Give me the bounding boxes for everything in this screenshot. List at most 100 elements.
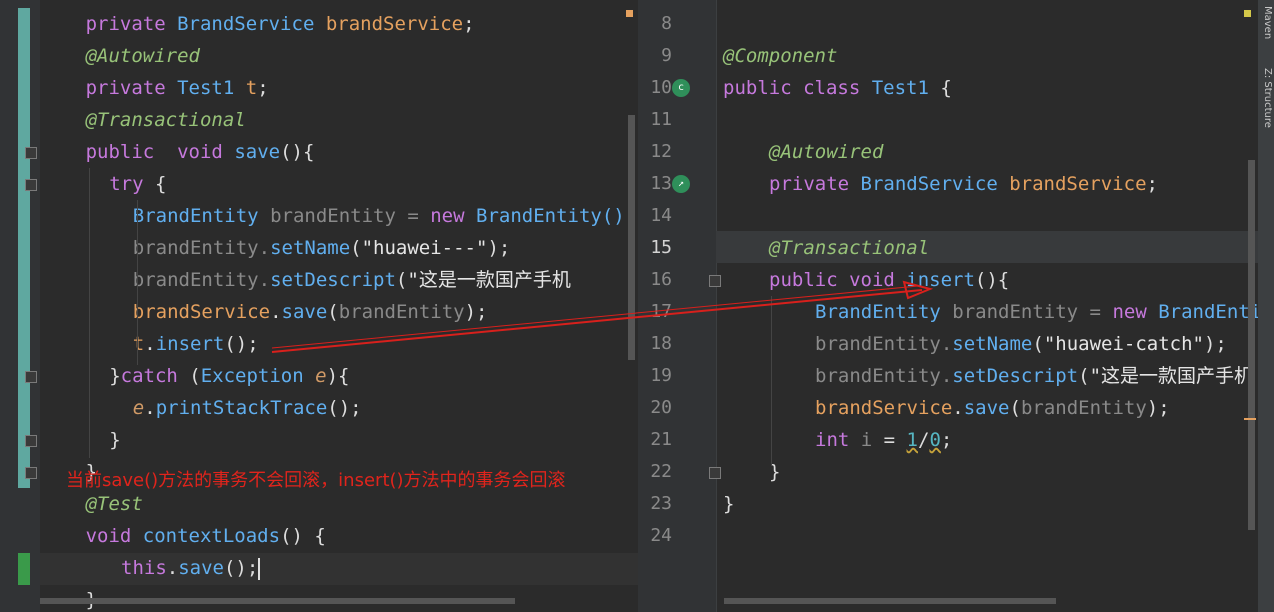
code-line[interactable]: brandEntity.setName("huawei-catch"); [815,328,1227,360]
code-token: @Autowired [85,45,200,67]
code-token: brandService [815,397,953,419]
line-number: 18 [650,333,672,354]
code-token: brandEntity [1020,397,1147,419]
fold-toggle[interactable] [709,467,721,479]
code-token: new [430,205,476,227]
fold-toggle[interactable] [25,435,37,447]
code-line[interactable]: brandEntity.setDescript("这是一款国产手机 [133,264,571,296]
code-token: Test1 [177,77,246,99]
code-token: "huawei-catch" [1043,333,1204,355]
fold-toggle[interactable] [25,147,37,159]
code-token: () { [280,525,326,547]
indent-guide [137,200,138,365]
code-token: setDescript [270,269,396,291]
code-token: ; [257,77,269,99]
code-line[interactable]: public class Test1 { [723,72,952,104]
spring-bean-icon[interactable]: c [672,79,690,97]
structure-tab[interactable]: Z: Structure [1259,68,1273,128]
code-token: save [963,397,1010,419]
code-token: save [234,141,281,163]
code-token: t [132,333,145,355]
code-token: { [940,77,952,99]
code-line[interactable]: }catch (Exception e){ [109,360,349,392]
code-token: BrandService [177,13,326,35]
code-token: new [1112,301,1159,323]
autowired-bean-icon[interactable]: ↗ [672,175,690,193]
fold-toggle[interactable] [25,467,37,479]
code-line[interactable]: BrandEntity brandEntity = new BrandEntit… [133,200,636,232]
code-token: brandService [1009,173,1147,195]
code-token: ( [327,301,339,323]
code-line[interactable]: this.save(); [121,552,261,584]
code-token: BrandEntity(); [476,205,637,227]
code-line[interactable]: private BrandService brandService; [86,8,475,40]
horizontal-scrollbar[interactable] [724,598,1056,604]
code-line[interactable]: @Autowired [86,40,200,72]
code-line[interactable]: public void insert(){ [769,264,1009,296]
code-token: Exception [200,365,316,387]
fold-toggle[interactable] [25,179,37,191]
code-token: insert [906,269,975,291]
code-line[interactable]: brandService.save(brandEntity); [133,296,488,328]
code-token: @Component [723,45,838,67]
code-token: "这是一款国产手机 [407,269,571,291]
code-line[interactable]: t.insert(); [133,328,259,360]
code-line[interactable]: } [109,424,120,456]
code-line[interactable]: brandEntity.setDescript("这是一款国产手机 [815,360,1253,392]
code-token: 0 [929,429,941,451]
code-token: brandEntity. [132,237,271,259]
code-line[interactable]: @Autowired [769,136,883,168]
code-token: brandService [325,13,464,35]
code-token: ( [189,365,201,387]
code-token: ){ [326,365,350,387]
horizontal-scrollbar[interactable] [40,598,515,604]
code-token: ( [1078,365,1090,387]
code-line[interactable]: BrandEntity brandEntity = new BrandEntit… [815,296,1258,328]
code-token: BrandEntity(); [1158,301,1258,323]
maven-tab[interactable]: Maven [1259,6,1273,39]
code-line[interactable]: @Transactional [86,104,246,136]
code-line[interactable]: void contextLoads() { [86,520,326,552]
vertical-scrollbar[interactable] [628,115,635,360]
code-token: setName [952,333,1033,355]
code-token: catch [120,365,190,387]
error-stripe [1244,418,1256,420]
code-token: . [952,397,964,419]
code-line[interactable]: @Component [723,40,837,72]
vertical-scrollbar[interactable] [1248,160,1255,530]
code-token: private [85,77,178,99]
code-token: @Transactional [85,109,246,131]
warning-marker [626,10,633,17]
left-editor[interactable]: private BrandService brandService; @Autow… [0,0,638,612]
indent-guide [771,296,772,466]
code-line[interactable]: } [723,488,734,520]
code-token: setName [270,237,351,259]
code-line[interactable]: private Test1 t; [86,72,269,104]
code-token: (); [327,397,362,419]
code-token: } [109,429,121,451]
code-token: . [166,557,179,579]
code-line[interactable]: @Transactional [769,232,929,264]
code-token: t [245,77,258,99]
code-token: ); [1146,397,1170,419]
code-token: ); [1203,333,1227,355]
code-token: ; [940,429,953,451]
code-line[interactable]: public void save(){ [86,136,315,168]
code-token: 1 [906,429,918,451]
code-line[interactable]: private BrandService brandService; [769,168,1158,200]
fold-toggle[interactable] [709,275,721,287]
right-editor[interactable]: 8 9 10 11 12 13 14 15 16 17 18 19 20 21 22 23 24 c ↗ @Comp… [638,0,1258,612]
code-token: brandService [132,301,271,323]
fold-toggle[interactable] [25,371,37,383]
code-line[interactable]: int i = 1/0; [815,424,952,456]
code-token: ); [464,301,488,323]
code-line[interactable]: @Test [86,488,143,520]
line-number: 8 [661,13,672,34]
code-token: private [85,13,178,35]
code-line[interactable]: e.printStackTrace(); [133,392,362,424]
code-line[interactable]: brandService.save(brandEntity); [815,392,1170,424]
code-token: brandEntity. [132,269,271,291]
code-token: / [918,429,930,451]
code-line[interactable]: brandEntity.setName("huawei---"); [133,232,511,264]
code-line[interactable]: try { [109,168,166,200]
